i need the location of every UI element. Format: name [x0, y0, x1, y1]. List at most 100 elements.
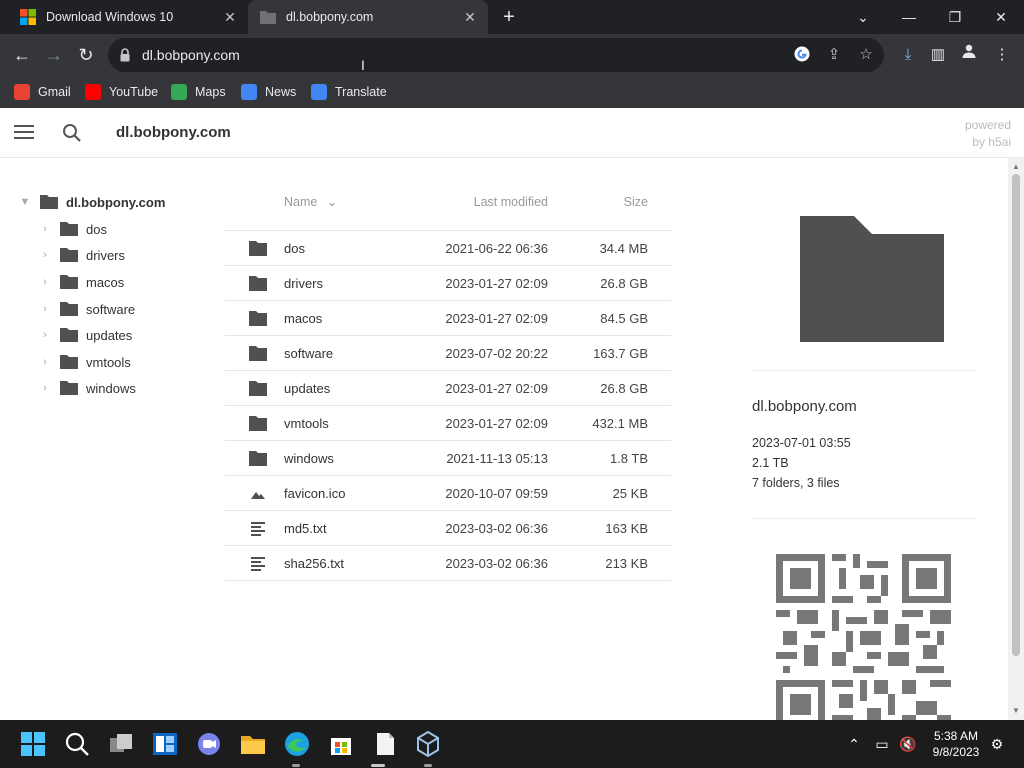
taskbar: ⌃ ▭ 🔇 5:38 AM 9/8/2023 ⚙	[0, 720, 1024, 768]
network-icon[interactable]: ▭	[872, 734, 892, 754]
powered-line: powered	[964, 118, 1011, 132]
breadcrumb[interactable]: dl.bobpony.com	[116, 124, 231, 141]
file-explorer-icon[interactable]	[239, 730, 267, 758]
tree-item-vmtools[interactable]: › vmtools	[38, 351, 131, 373]
back-icon[interactable]: ←	[10, 43, 34, 67]
menu-dots-icon[interactable]: ⋮	[990, 43, 1014, 67]
forward-icon[interactable]: →	[42, 43, 66, 67]
table-row[interactable]: windows 2021-11-13 05:13 1.8 TB	[225, 441, 671, 476]
bookmark-translate[interactable]: Translate	[311, 82, 387, 102]
restore-icon[interactable]: ❐	[943, 5, 967, 29]
youtube-icon	[85, 84, 101, 100]
bookmarks-bar: Gmail YouTube Maps News Translate	[0, 76, 1024, 108]
google-lens-icon[interactable]	[792, 45, 812, 65]
close-window-icon[interactable]: ✕	[989, 5, 1013, 29]
minimize-icon[interactable]: —	[897, 5, 921, 29]
tree-item-software[interactable]: › software	[38, 298, 135, 320]
table-row[interactable]: vmtools 2023-01-27 02:09 432.1 MB	[225, 406, 671, 441]
tab-download-windows-10[interactable]: Download Windows 10 ✕	[8, 0, 248, 34]
table-row[interactable]: macos 2023-01-27 02:09 84.5 GB	[225, 301, 671, 336]
bookmark-gmail[interactable]: Gmail	[14, 82, 71, 102]
bookmark-youtube[interactable]: YouTube	[85, 82, 158, 102]
sort-modified-header[interactable]: Last modified	[474, 188, 548, 216]
chevron-right-icon[interactable]: ›	[38, 329, 52, 341]
file-name: sha256.txt	[284, 556, 344, 571]
profile-icon[interactable]	[957, 43, 981, 67]
info-modified: 2023-07-01 03:55	[752, 436, 851, 450]
chevron-right-icon[interactable]: ›	[38, 249, 52, 261]
tab-close-icon[interactable]: ✕	[462, 9, 478, 25]
chevron-right-icon[interactable]: ›	[38, 276, 52, 288]
chevron-right-icon[interactable]: ›	[38, 223, 52, 235]
search-taskbar-icon[interactable]	[63, 730, 91, 758]
tree-item-dos[interactable]: › dos	[38, 218, 107, 240]
table-row[interactable]: sha256.txt 2023-03-02 06:36 213 KB	[225, 546, 671, 581]
notifications-icon[interactable]: ⚙	[987, 734, 1007, 754]
folder-icon	[60, 275, 78, 289]
bookmark-label: Gmail	[38, 85, 71, 99]
store-icon[interactable]	[327, 730, 355, 758]
download-icon[interactable]: ⤓	[896, 43, 920, 67]
bookmark-label: Maps	[195, 85, 226, 99]
tab-close-icon[interactable]: ✕	[222, 9, 238, 25]
side-panel-icon[interactable]: ▥	[926, 43, 950, 67]
tree-root[interactable]: ▼ dl.bobpony.com	[18, 191, 166, 213]
chevron-right-icon[interactable]: ›	[38, 382, 52, 394]
widgets-icon[interactable]	[151, 730, 179, 758]
info-title: dl.bobpony.com	[752, 398, 857, 415]
file-modified: 2023-01-27 02:09	[445, 381, 548, 396]
table-row[interactable]: software 2023-07-02 20:22 163.7 GB	[225, 336, 671, 371]
scroll-down-icon[interactable]: ▼	[1008, 704, 1024, 718]
tree-item-windows[interactable]: › windows	[38, 377, 136, 399]
file-size: 213 KB	[605, 556, 648, 571]
powered-by-h5ai[interactable]: powered by h5ai	[965, 117, 1011, 151]
notepad-icon[interactable]	[371, 730, 399, 758]
tree-label: dl.bobpony.com	[66, 194, 166, 210]
tree-label: software	[86, 301, 136, 317]
chevron-right-icon[interactable]: ›	[38, 356, 52, 368]
sort-size-header[interactable]: Size	[624, 188, 648, 216]
share-icon[interactable]: ⇪	[824, 45, 844, 65]
folder-icon	[60, 381, 78, 395]
teams-chat-icon[interactable]	[195, 730, 223, 758]
tree-item-updates[interactable]: › updates	[38, 324, 132, 346]
folder-icon	[60, 222, 78, 236]
reload-icon[interactable]: ↻	[74, 43, 98, 67]
virtualbox-icon[interactable]	[414, 730, 442, 758]
chevron-right-icon[interactable]: ›	[38, 303, 52, 315]
scroll-up-icon[interactable]: ▲	[1008, 160, 1024, 174]
table-row[interactable]: md5.txt 2023-03-02 06:36 163 KB	[225, 511, 671, 546]
table-row[interactable]: dos 2021-06-22 06:36 34.4 MB	[225, 231, 671, 266]
task-view-icon[interactable]	[107, 730, 135, 758]
powered-line: by h5ai	[972, 135, 1011, 149]
bookmark-maps[interactable]: Maps	[171, 82, 226, 102]
tab-dl-bobpony[interactable]: dl.bobpony.com ✕	[248, 0, 488, 34]
table-row[interactable]: drivers 2023-01-27 02:09 26.8 GB	[225, 266, 671, 301]
table-row[interactable]: updates 2023-01-27 02:09 26.8 GB	[225, 371, 671, 406]
bookmark-label: News	[265, 85, 297, 99]
file-modified: 2021-11-13 05:13	[446, 451, 548, 466]
clock[interactable]: 5:38 AM 9/8/2023	[926, 728, 986, 760]
menu-hamburger-icon[interactable]	[14, 125, 34, 139]
file-size: 26.8 GB	[600, 381, 648, 396]
image-file-icon	[251, 492, 265, 499]
start-icon[interactable]	[19, 730, 47, 758]
tree-item-macos[interactable]: › macos	[38, 271, 124, 293]
tray-chevron-up-icon[interactable]: ⌃	[844, 734, 864, 754]
bookmark-label: Translate	[335, 85, 387, 99]
tab-search-chevron-icon[interactable]: ⌄	[851, 5, 875, 29]
bookmark-star-icon[interactable]: ☆	[856, 45, 876, 65]
bookmark-news[interactable]: News	[241, 82, 296, 102]
address-bar[interactable]: dl.bobpony.com ⇪ ☆	[108, 38, 884, 72]
tree-item-drivers[interactable]: › drivers	[38, 244, 125, 266]
scrollbar-thumb[interactable]	[1012, 174, 1020, 656]
table-row[interactable]: favicon.ico 2020-10-07 09:59 25 KB	[225, 476, 671, 511]
folder-icon	[40, 195, 58, 209]
volume-muted-icon[interactable]: 🔇	[898, 734, 918, 754]
edge-icon[interactable]	[283, 730, 311, 758]
sort-name-header[interactable]: Name ⌄	[284, 188, 337, 216]
search-icon[interactable]	[62, 123, 82, 143]
chevron-down-icon[interactable]: ▼	[18, 196, 32, 208]
page-scrollbar[interactable]: ▲ ▼	[1008, 158, 1024, 720]
new-tab-button[interactable]: +	[499, 7, 519, 27]
